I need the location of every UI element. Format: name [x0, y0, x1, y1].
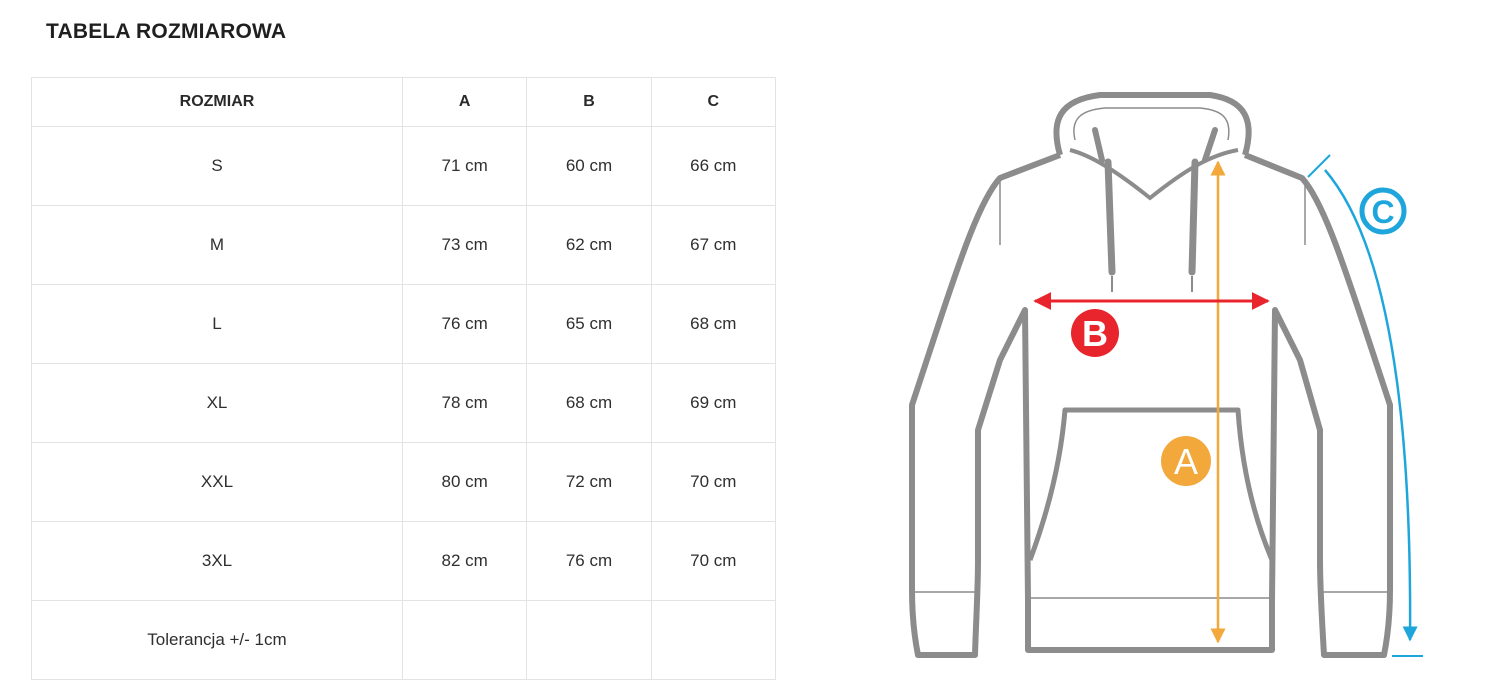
header-rozmiar: ROZMIAR	[31, 77, 403, 127]
table-row: 3XL 82 cm 76 cm 70 cm	[31, 521, 777, 601]
cell-b: 72 cm	[526, 442, 652, 522]
cell-c: 70 cm	[650, 442, 777, 522]
cell-a: 73 cm	[401, 205, 528, 285]
header-b: B	[526, 77, 652, 127]
cell-size: S	[31, 126, 403, 206]
drawstring-right	[1188, 158, 1199, 276]
hood-outline	[1053, 92, 1252, 156]
table-row-tolerance: Tolerancja +/- 1cm	[31, 600, 777, 680]
cell-size: L	[31, 284, 403, 364]
cell-c: 69 cm	[650, 363, 777, 443]
table-row: M 73 cm 62 cm 67 cm	[31, 205, 777, 285]
table-row: S 71 cm 60 cm 66 cm	[31, 126, 777, 206]
cell-c: 66 cm	[650, 126, 777, 206]
cell-size: XXL	[31, 442, 403, 522]
cell-b: 65 cm	[526, 284, 652, 364]
hoodie-measurement-diagram: A B C	[880, 70, 1440, 690]
cell-a: 71 cm	[401, 126, 528, 206]
table-row: L 76 cm 65 cm 68 cm	[31, 284, 777, 364]
page-title: TABELA ROZMIAROWA	[46, 20, 287, 43]
table-header-row: ROZMIAR A B C	[31, 77, 777, 127]
cell-b: 62 cm	[526, 205, 652, 285]
hood-opening	[1069, 148, 1239, 201]
drawstring-left	[1104, 158, 1116, 276]
cell-size: XL	[31, 363, 403, 443]
cell-b	[526, 600, 652, 680]
cell-b: 68 cm	[526, 363, 652, 443]
body-outline	[909, 152, 1393, 658]
cell-size: M	[31, 205, 403, 285]
cell-c	[650, 600, 777, 680]
header-a: A	[401, 77, 528, 127]
cell-b: 76 cm	[526, 521, 652, 601]
table-row: XXL 80 cm 72 cm 70 cm	[31, 442, 777, 522]
size-table: ROZMIAR A B C S 71 cm 60 cm 66 cm M 73 c…	[31, 77, 777, 680]
cell-a: 80 cm	[401, 442, 528, 522]
cell-a: 76 cm	[401, 284, 528, 364]
kangaroo-pocket	[1027, 407, 1275, 561]
measure-c-arrow	[1324, 169, 1418, 642]
drawstring-top-left	[1092, 127, 1105, 163]
cell-c: 68 cm	[650, 284, 777, 364]
hoodie-illustration: A B C	[909, 92, 1423, 658]
label-a-text: A	[1174, 441, 1198, 482]
cell-a: 78 cm	[401, 363, 528, 443]
cell-a	[401, 600, 528, 680]
cell-c: 67 cm	[650, 205, 777, 285]
cell-c: 70 cm	[650, 521, 777, 601]
label-c-text: C	[1371, 194, 1394, 230]
cell-size: 3XL	[31, 521, 403, 601]
cell-b: 60 cm	[526, 126, 652, 206]
label-b-text: B	[1082, 313, 1108, 354]
header-c: C	[650, 77, 777, 127]
table-row: XL 78 cm 68 cm 69 cm	[31, 363, 777, 443]
tolerance-note: Tolerancja +/- 1cm	[31, 600, 403, 680]
cell-a: 82 cm	[401, 521, 528, 601]
